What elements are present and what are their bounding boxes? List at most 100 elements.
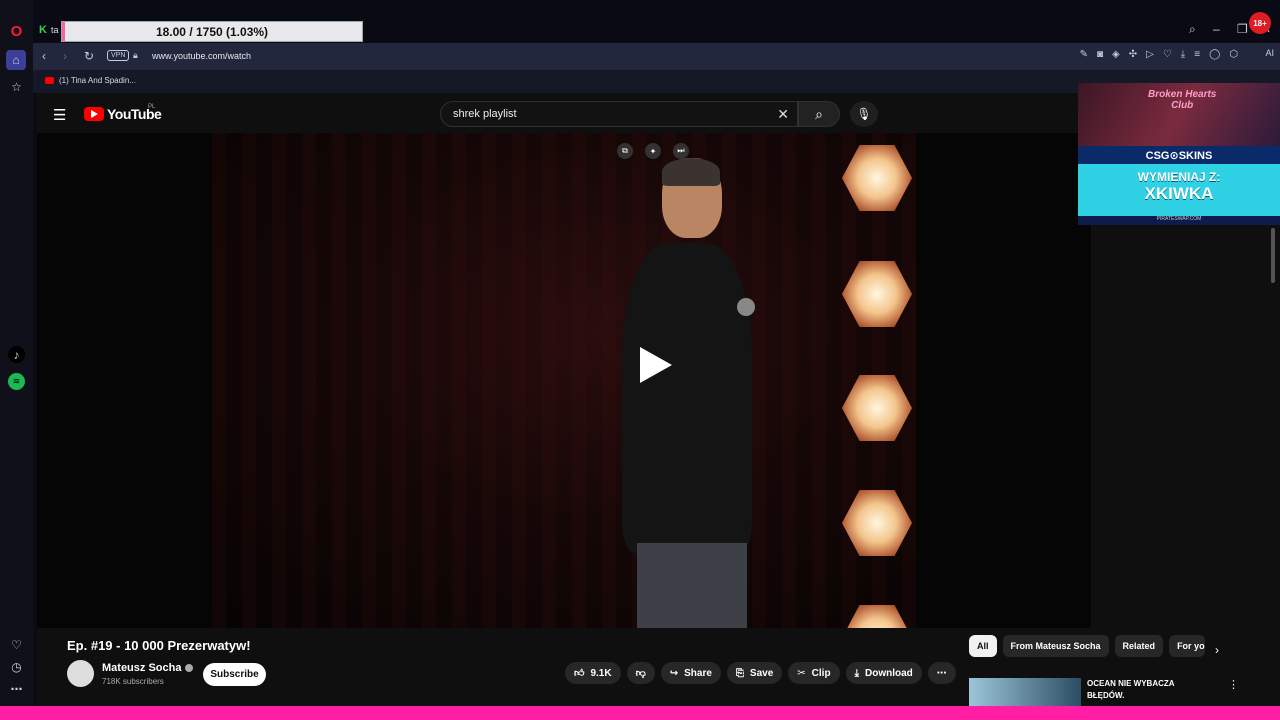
verified-icon: [185, 664, 194, 672]
share-button[interactable]: ↪ Share: [660, 662, 721, 684]
like-button[interactable]: 👍︎ 9.1K: [565, 662, 621, 684]
search-tabs-icon[interactable]: ⌕: [1189, 22, 1196, 37]
recommended-thumbnail[interactable]: [969, 678, 1081, 706]
tab-bar: K ta 18.00 / 1750 (1.03%) ⌕ – ❐ ✕ 18+: [33, 0, 1280, 43]
speed-dial-icon[interactable]: ☆: [8, 78, 25, 95]
stage-curtain: [212, 133, 916, 628]
cube-icon[interactable]: ⬡: [1229, 49, 1238, 60]
bookmark-item[interactable]: (1) Tina And Spadin...: [45, 76, 136, 85]
age-badge: 18+: [1249, 12, 1271, 34]
youtube-logo-icon: [84, 107, 104, 121]
chip-from-channel[interactable]: From Mateusz Socha: [1002, 635, 1109, 657]
ad-cta-line2: XKIWKA: [1144, 184, 1214, 203]
channel-avatar[interactable]: [67, 660, 94, 687]
scissors-icon: ✂: [797, 667, 806, 679]
ai-button[interactable]: AI: [1265, 48, 1274, 58]
download-label: Download: [864, 667, 913, 679]
performer-hair: [662, 158, 720, 186]
profile-icon[interactable]: ◯: [1209, 49, 1220, 60]
skip-icon[interactable]: ⏭: [673, 143, 689, 159]
page-scrollbar[interactable]: [1271, 228, 1275, 283]
recommended-title-line2: BŁĘDÓW.: [1087, 691, 1125, 700]
ad-artwork: Broken Hearts Club: [1078, 83, 1280, 146]
recommended-title-line1: OCEAN NIE WYBACZA: [1087, 679, 1175, 688]
save-button[interactable]: ⎘ Save: [726, 662, 783, 684]
url-field[interactable]: www.youtube.com/watch: [152, 51, 251, 61]
more-horizontal-icon: ⋯: [936, 667, 947, 679]
back-icon[interactable]: ‹: [42, 49, 46, 63]
heart-icon[interactable]: ♡: [1163, 49, 1172, 60]
ad-cta-line1: WYMIENIAJ Z:: [1137, 170, 1221, 184]
tab-title[interactable]: ta: [51, 25, 59, 35]
tiktok-icon[interactable]: ♪: [8, 346, 25, 363]
performer: [592, 158, 762, 628]
video-details: Ep. #19 - 10 000 Prezerwatyw! Mateusz So…: [37, 628, 1280, 706]
clear-search-icon[interactable]: ✕: [777, 106, 789, 123]
search-button[interactable]: ⌕: [798, 101, 840, 127]
chip-for-you[interactable]: For you: [1169, 635, 1206, 657]
channel-name-link[interactable]: Mateusz Socha: [102, 662, 194, 674]
tab-favicon-icon: K: [39, 24, 47, 36]
chevron-right-icon[interactable]: ›: [1215, 643, 1219, 657]
chip-all[interactable]: All: [969, 635, 997, 657]
thumbs-down-icon: 👎︎: [635, 668, 646, 679]
dislike-button[interactable]: 👎︎: [626, 662, 655, 684]
shield-icon[interactable]: ◈: [1112, 49, 1120, 60]
opera-logo-icon[interactable]: O: [8, 23, 25, 40]
stage-light: [842, 145, 912, 211]
lock-icon[interactable]: 🔒︎: [133, 50, 138, 61]
share-label: Share: [684, 667, 712, 679]
search-input[interactable]: shrek playlist ✕: [440, 101, 798, 127]
camera-icon[interactable]: ◙: [1097, 49, 1103, 60]
like-count: 9.1K: [590, 667, 612, 679]
menu-icon[interactable]: ≡: [1194, 49, 1200, 60]
stage-light: [842, 490, 912, 556]
video-actions: 👍︎ 9.1K 👎︎ ↪ Share ⎘ Save ✂ Clip ⤓ Downl…: [565, 662, 956, 684]
ad-footer: PIRATESWAP.COM: [1078, 216, 1280, 225]
favorites-heart-icon[interactable]: ♡: [8, 636, 25, 653]
subscribe-button[interactable]: Subscribe: [203, 663, 266, 686]
stage-light: [842, 261, 912, 327]
youtube-page: ☰ YouTube PL shrek playlist ✕ ⌕ 🎙︎ ⧉ ✦ ⏭…: [37, 83, 1280, 706]
history-clock-icon[interactable]: ◷: [8, 658, 25, 675]
home-icon[interactable]: ⌂: [6, 50, 26, 70]
recommended-menu-icon[interactable]: ⋮: [1228, 678, 1239, 691]
forward-icon[interactable]: ›: [63, 49, 67, 63]
channel-name: Mateusz Socha: [102, 662, 182, 674]
chip-related[interactable]: Related: [1114, 635, 1164, 657]
player-icon[interactable]: ▷: [1146, 49, 1154, 60]
microphone: [737, 298, 755, 316]
popout-icon[interactable]: ⧉: [617, 143, 633, 159]
minimize-icon[interactable]: –: [1213, 22, 1220, 36]
performer-legs: [637, 543, 747, 628]
enhance-icon[interactable]: ✦: [645, 143, 661, 159]
video-frame: [212, 133, 916, 628]
spotify-icon[interactable]: ≋: [8, 373, 25, 390]
edit-icon[interactable]: ✎: [1080, 49, 1088, 60]
vpn-badge[interactable]: VPN: [107, 50, 130, 61]
video-player[interactable]: ⧉ ✦ ⏭: [37, 133, 1091, 628]
clip-button[interactable]: ✂ Clip: [788, 662, 840, 684]
hamburger-menu-icon[interactable]: ☰: [53, 106, 66, 124]
ad-brand: CSG⊙SKINS: [1078, 146, 1280, 164]
search-icon: ⌕: [815, 105, 823, 122]
restore-icon[interactable]: ❐: [1237, 22, 1248, 36]
opera-sidebar: O ⌂ ☆ ♪ ≋ ♡ ◷ ⋯: [0, 0, 33, 706]
clip-label: Clip: [811, 667, 831, 679]
thumbs-up-icon: 👍︎: [574, 668, 585, 679]
voice-search-button[interactable]: 🎙︎: [850, 101, 878, 127]
bottom-accent-bar: [0, 706, 1280, 720]
more-icon[interactable]: ⋯: [8, 680, 25, 697]
download-icon[interactable]: ⤓: [1181, 49, 1185, 60]
ad-art-title-line1: Broken Hearts: [1148, 89, 1217, 100]
address-bar: ‹ › ↻ VPN 🔒︎ www.youtube.com/watch ✎ ◙ ◈…: [33, 43, 1280, 70]
reload-icon[interactable]: ↻: [84, 49, 94, 63]
play-button-icon[interactable]: [637, 347, 673, 383]
extension-icon[interactable]: ✣: [1129, 49, 1137, 60]
performer-body: [622, 243, 752, 553]
ad-banner[interactable]: Broken Hearts Club CSG⊙SKINS WYMIENIAJ Z…: [1078, 83, 1280, 225]
more-actions-button[interactable]: ⋯: [927, 662, 956, 684]
ad-cta: WYMIENIAJ Z: XKIWKA: [1078, 164, 1280, 216]
recommended-title[interactable]: OCEAN NIE WYBACZA BŁĘDÓW.: [1087, 678, 1175, 702]
download-button[interactable]: ⤓ Download: [845, 662, 922, 684]
